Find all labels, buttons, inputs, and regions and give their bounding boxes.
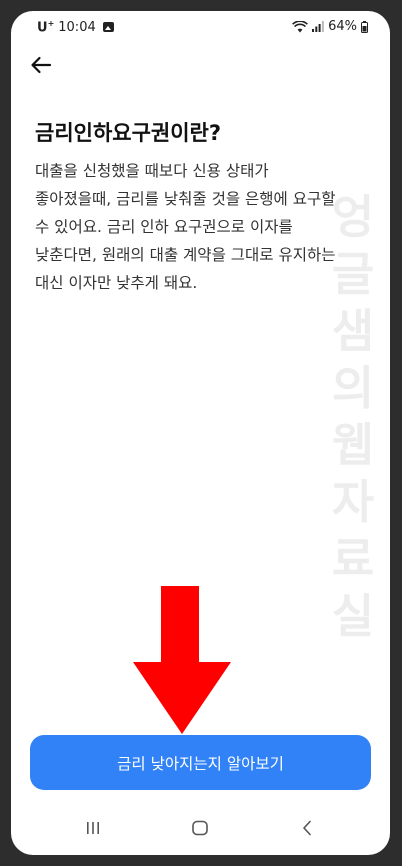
watermark-text: 엉글샘의웹자료실 <box>331 190 375 643</box>
chevron-left-icon <box>303 820 311 836</box>
carrier-label: U+ <box>37 19 54 35</box>
nav-recents-button[interactable] <box>79 817 107 839</box>
carrier-mark: + <box>47 19 55 28</box>
carrier-name: U <box>37 20 48 36</box>
check-rate-button[interactable]: 금리 낮아지는지 알아보기 <box>30 735 371 790</box>
status-right: 64% <box>292 19 368 34</box>
arrow-left-icon <box>31 56 52 74</box>
nav-back-button[interactable] <box>293 817 321 839</box>
wifi-icon <box>292 20 309 33</box>
phone-screen: U+ 10:04 64% 금리인하요구권이란? 대출을 신청했을 때보다 신용 … <box>11 11 390 855</box>
page-title: 금리인하요구권이란? <box>35 121 222 145</box>
system-nav-bar <box>11 805 390 855</box>
status-bar: U+ 10:04 64% <box>11 11 390 43</box>
red-arrow-annotation <box>133 586 231 738</box>
battery-percent: 64% <box>328 19 357 34</box>
gallery-notification-icon <box>102 22 114 33</box>
back-button[interactable] <box>27 51 55 79</box>
recents-icon <box>87 822 99 834</box>
nav-home-button[interactable] <box>186 817 214 839</box>
battery-icon <box>361 20 368 33</box>
status-left: U+ 10:04 <box>37 19 114 35</box>
home-icon <box>192 820 208 836</box>
status-time: 10:04 <box>58 19 96 35</box>
signal-icon <box>312 21 324 32</box>
